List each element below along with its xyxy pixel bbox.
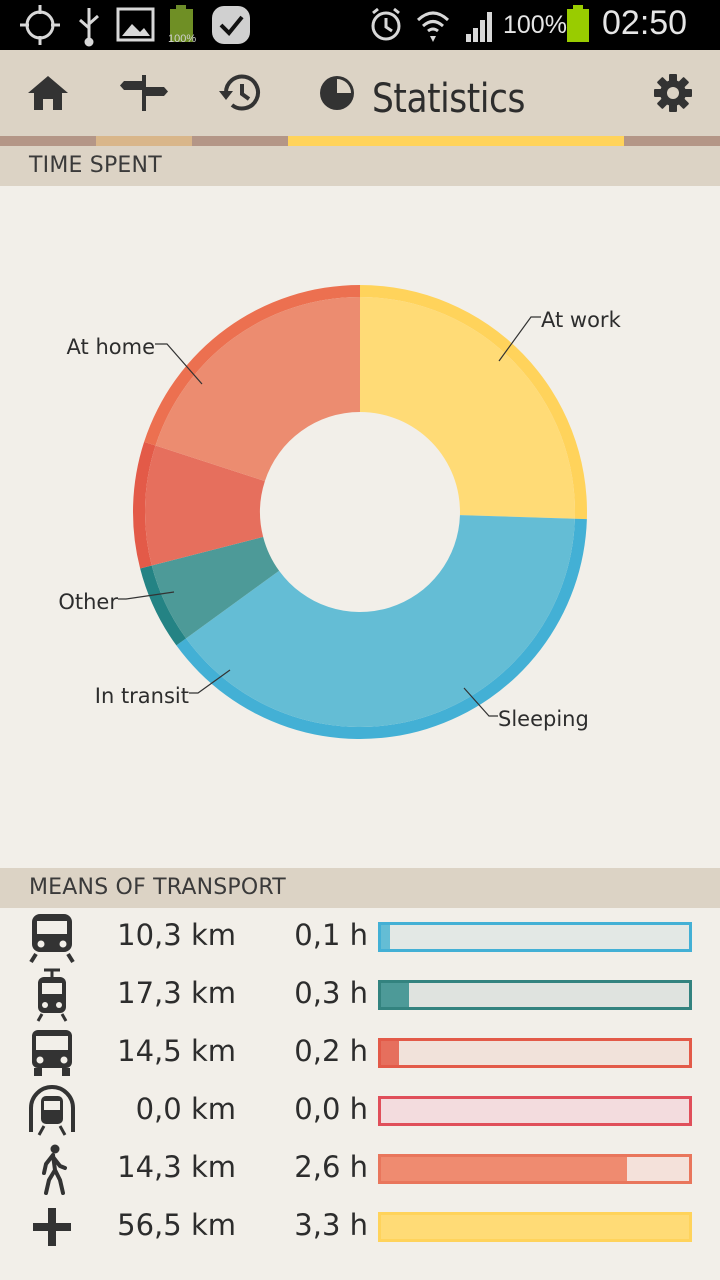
wifi-icon — [416, 11, 450, 42]
slice-label-at-home: At home — [67, 335, 155, 359]
transport-time: 0,3 h — [294, 976, 368, 1010]
tram-icon — [22, 966, 82, 1024]
transport-bar-fill — [381, 925, 391, 949]
transport-bar-fill — [381, 1215, 689, 1239]
nav-history[interactable] — [192, 50, 288, 136]
time-spent-header: TIME SPENT — [0, 146, 720, 186]
clock: 02:50 — [602, 4, 688, 42]
transport-distance: 10,3 km — [117, 918, 236, 952]
transport-bar — [378, 1212, 692, 1242]
tab-indicator-places — [96, 136, 192, 146]
status-bar: 100% 100% 02:50 — [0, 0, 720, 50]
slice-at-home — [155, 297, 360, 482]
history-icon — [219, 74, 260, 111]
transport-bar-fill — [381, 1041, 400, 1065]
transport-row-bus[interactable]: 14,5 km 0,2 h — [0, 1024, 720, 1082]
transport-time: 0,0 h — [294, 1092, 368, 1126]
tab-indicator-history — [192, 136, 288, 146]
time-spent-title: TIME SPENT — [29, 153, 162, 178]
transport-bar — [378, 980, 692, 1010]
slice-label-other: Other — [58, 590, 118, 614]
alarm-icon — [371, 7, 401, 41]
settings-gear-icon — [654, 74, 692, 112]
transport-row-other[interactable]: 56,5 km 3,3 h — [0, 1198, 720, 1256]
battery-percent: 100% — [503, 11, 567, 39]
signpost-icon — [120, 75, 168, 111]
action-bar: Statistics — [0, 50, 720, 136]
transport-distance: 17,3 km — [117, 976, 236, 1010]
metro-icon — [22, 1082, 82, 1140]
transport-bar-fill — [381, 1157, 628, 1181]
transport-distance: 0,0 km — [135, 1092, 236, 1126]
transport-row-metro[interactable]: 0,0 km 0,0 h — [0, 1082, 720, 1140]
tab-indicator-statistics-active — [288, 136, 624, 146]
battery-icon — [567, 5, 589, 42]
nav-places[interactable] — [96, 50, 192, 136]
time-spent-chart: At work Sleeping In transit Other At home — [0, 186, 720, 868]
check-icon — [212, 6, 250, 44]
transport-time: 0,2 h — [294, 1034, 368, 1068]
home-icon — [28, 76, 68, 110]
transport-time: 2,6 h — [294, 1150, 368, 1184]
nav-settings[interactable] — [636, 50, 710, 136]
donut-chart: At work Sleeping In transit Other At home — [58, 285, 622, 739]
statistics-pie-icon — [320, 76, 354, 110]
gps-icon — [20, 5, 60, 45]
slice-label-sleeping: Sleeping — [498, 707, 589, 731]
transport-time: 0,1 h — [294, 918, 368, 952]
nav-statistics[interactable] — [310, 50, 364, 136]
transport-bar — [378, 1154, 692, 1184]
tab-indicator-home — [0, 136, 96, 146]
transport-header: MEANS OF TRANSPORT — [0, 868, 720, 908]
transport-bar — [378, 1038, 692, 1068]
nav-home[interactable] — [0, 50, 96, 136]
walk-icon — [22, 1140, 82, 1198]
transport-time: 3,3 h — [294, 1208, 368, 1242]
usb-icon — [79, 8, 99, 47]
tab-indicator-settings — [624, 136, 720, 146]
slice-label-in-transit: In transit — [95, 684, 189, 708]
transport-title: MEANS OF TRANSPORT — [29, 875, 286, 900]
battery-small-pct: 100% — [168, 33, 196, 45]
page-title: Statistics — [372, 76, 525, 122]
slice-label-at-work: At work — [541, 308, 622, 332]
other-plus-icon — [22, 1198, 82, 1256]
transport-bar — [378, 922, 692, 952]
transport-distance: 56,5 km — [117, 1208, 236, 1242]
transport-row-tram[interactable]: 17,3 km 0,3 h — [0, 966, 720, 1024]
transport-distance: 14,5 km — [117, 1034, 236, 1068]
gallery-icon — [116, 7, 155, 42]
train-icon — [22, 908, 82, 966]
bus-icon — [22, 1024, 82, 1082]
transport-bar — [378, 1096, 692, 1126]
transport-row-walk[interactable]: 14,3 km 2,6 h — [0, 1140, 720, 1198]
transport-row-train[interactable]: 10,3 km 0,1 h — [0, 908, 720, 966]
transport-bar-fill — [381, 983, 409, 1007]
tab-indicator-strip — [0, 136, 720, 146]
transport-distance: 14,3 km — [117, 1150, 236, 1184]
signal-icon — [466, 12, 492, 42]
